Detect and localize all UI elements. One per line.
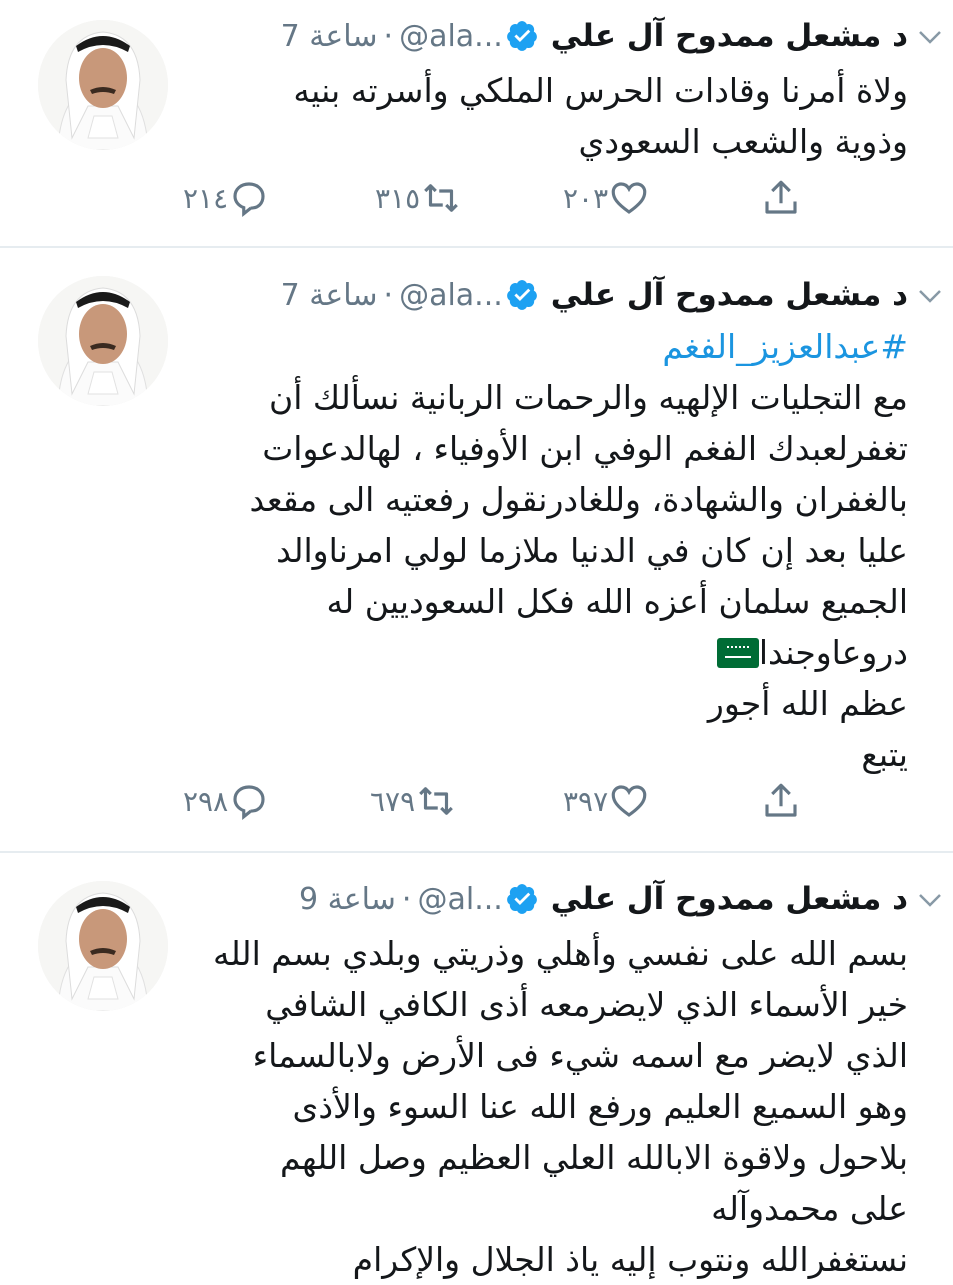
- share-button[interactable]: [760, 780, 802, 822]
- tweet-text-line: مع التجليات الإلهيه والرحمات الربانية نس…: [269, 378, 908, 417]
- tweet-3[interactable]: د مشعل ممدوح آل علي @al... · 9 ساعة بسم …: [0, 853, 953, 1280]
- tweet-text-line: نستغفرالله ونتوب إليه ياذ الجلال والإكرا…: [352, 1240, 908, 1279]
- author-handle[interactable]: @al...: [417, 882, 502, 917]
- tweet-actions: ٢٩٨ ٦٧٩ ٣٩٧: [0, 780, 953, 830]
- tweet-time[interactable]: 9 ساعة: [299, 882, 396, 917]
- tweet-text-line: بلاحول ولاقوة الابالله العلي العظيم وصل …: [280, 1138, 908, 1177]
- author-handle[interactable]: @ala...: [399, 19, 503, 54]
- author-name[interactable]: د مشعل ممدوح آل علي: [551, 18, 908, 54]
- like-count: ٢٠٣: [563, 181, 609, 215]
- like-button[interactable]: ٣٩٧: [563, 780, 650, 822]
- reply-count: ٢٩٨: [183, 784, 229, 818]
- tweet-text-line: تغفرلعبدك الفغم الوفي ابن الأوفياء ، لها…: [262, 429, 908, 468]
- reply-icon: [233, 182, 265, 218]
- tweet-text-line: الذي لايضر مع اسمه شيء فى الأرض ولابالسم…: [252, 1036, 908, 1075]
- chevron-down-icon[interactable]: [915, 281, 945, 311]
- tweet-2[interactable]: د مشعل ممدوح آل علي @ala... · 7 ساعة #عب…: [0, 248, 953, 852]
- retweet-button[interactable]: ٣١٥: [375, 177, 462, 219]
- hashtag-link[interactable]: #عبدالعزيز_الفغم: [208, 321, 908, 372]
- tweet-text-line: على محمدوآله: [711, 1189, 908, 1228]
- retweet-icon: [424, 184, 458, 212]
- author-name[interactable]: د مشعل ممدوح آل علي: [551, 277, 908, 313]
- avatar[interactable]: [38, 881, 168, 1011]
- share-button[interactable]: [760, 177, 802, 219]
- tweet-text: ولاة أمرنا وقادات الحرس الملكي وأسرته بن…: [208, 65, 908, 167]
- heart-icon: [611, 182, 647, 214]
- tweet-actions: ٢١٤ ٣١٥ ٢٠٣: [0, 177, 953, 227]
- retweet-count: ٣١٥: [375, 181, 421, 215]
- tweet-time[interactable]: 7 ساعة: [281, 278, 378, 313]
- tweet-header: د مشعل ممدوح آل علي @ala... · 7 ساعة: [281, 270, 908, 320]
- like-button[interactable]: ٢٠٣: [563, 177, 650, 219]
- chevron-down-icon[interactable]: [915, 22, 945, 52]
- tweet-text: بسم الله على نفسي وأهلي وذريتي وبلدي بسم…: [208, 928, 908, 1285]
- avatar[interactable]: [38, 20, 168, 150]
- tweet-text-line: عظم الله أجور: [707, 684, 908, 723]
- tweet-text: #عبدالعزيز_الفغم مع التجليات الإلهيه وال…: [208, 321, 908, 780]
- author-name[interactable]: د مشعل ممدوح آل علي: [551, 881, 908, 917]
- heart-icon: [611, 785, 647, 817]
- tweet-header: د مشعل ممدوح آل علي @ala... · 7 ساعة: [281, 11, 908, 61]
- avatar-image: [38, 20, 168, 150]
- retweet-icon: [419, 787, 453, 815]
- reply-icon: [233, 785, 265, 821]
- tweet-text-line: وهو السميع العليم ورفع الله عنا السوء وا…: [292, 1087, 909, 1126]
- tweet-text-line: عليا بعد إن كان في الدنيا ملازما لولي ام…: [276, 531, 908, 570]
- tweet-text-line: بسم الله على نفسي وأهلي وذريتي وبلدي بسم…: [212, 934, 908, 973]
- avatar-image: [38, 276, 168, 406]
- author-handle[interactable]: @ala...: [399, 278, 503, 313]
- separator-dot: ·: [401, 881, 412, 917]
- reply-button[interactable]: ٢٩٨: [183, 780, 270, 822]
- tweet-text-line: الجميع سلمان أعزه الله فكل السعوديين له: [326, 582, 908, 621]
- separator-dot: ·: [383, 18, 394, 54]
- tweet-text-line: دروعاوجندا: [208, 627, 908, 678]
- tweet-text-line: يتبع: [861, 735, 908, 774]
- tweet-time[interactable]: 7 ساعة: [281, 19, 378, 54]
- reply-count: ٢١٤: [183, 181, 229, 215]
- avatar-image: [38, 881, 168, 1011]
- reply-button[interactable]: ٢١٤: [183, 177, 270, 219]
- retweet-count: ٦٧٩: [370, 784, 416, 818]
- verified-badge-icon: [506, 21, 537, 51]
- separator-dot: ·: [383, 277, 394, 313]
- tweet-text-line: بالغفران والشهادة، وللغادرنقول رفعتيه ال…: [249, 480, 908, 519]
- tweet-text-line: خير الأسماء الذي لايضرمعه أذى الكافي الش…: [265, 985, 908, 1024]
- verified-badge-icon: [506, 884, 537, 914]
- tweet-text-line: وذوية والشعب السعودي: [578, 122, 908, 161]
- tweet-text-line: ولاة أمرنا وقادات الحرس الملكي وأسرته بن…: [293, 71, 908, 110]
- tweet-1[interactable]: د مشعل ممدوح آل علي @ala... · 7 ساعة ولا…: [0, 0, 953, 248]
- verified-badge-icon: [506, 280, 537, 310]
- share-icon: [765, 783, 797, 817]
- tweet-text-fragment: دروعاوجندا: [758, 633, 908, 672]
- share-icon: [765, 180, 797, 214]
- tweet-header: د مشعل ممدوح آل علي @al... · 9 ساعة: [299, 874, 908, 924]
- avatar[interactable]: [38, 276, 168, 406]
- chevron-down-icon[interactable]: [915, 885, 945, 915]
- saudi-flag-emoji: [716, 638, 759, 668]
- like-count: ٣٩٧: [563, 784, 609, 818]
- retweet-button[interactable]: ٦٧٩: [370, 780, 457, 822]
